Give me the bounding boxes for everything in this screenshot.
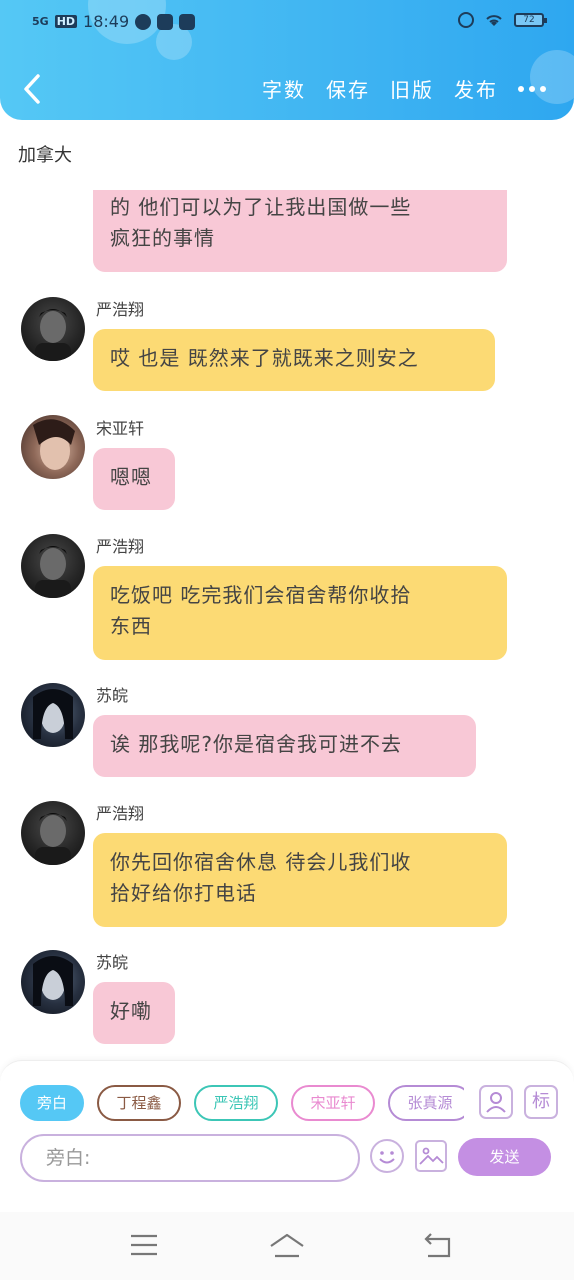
message-text-line: 东西 bbox=[110, 614, 152, 638]
add-character-icon[interactable] bbox=[479, 1085, 513, 1119]
message-bubble[interactable]: 你先回你宿舍休息 待会儿我们收 拾好给你打电话 bbox=[93, 833, 507, 927]
message-text-line: 好嘞 bbox=[110, 999, 152, 1023]
alarm-icon bbox=[458, 12, 474, 28]
message-notification-icon bbox=[179, 13, 196, 30]
sender-name: 严浩翔 bbox=[96, 804, 145, 823]
clock-time: 18:49 bbox=[83, 12, 130, 31]
sender-name: 严浩翔 bbox=[96, 300, 145, 319]
role-chip[interactable]: 张真源 bbox=[388, 1085, 464, 1121]
avatar[interactable] bbox=[21, 534, 85, 598]
app-notification-icon bbox=[157, 13, 174, 30]
message-text-line: 吃饭吧 吃完我们会宿舍帮你收拾 bbox=[110, 583, 412, 607]
role-chip[interactable]: 宋亚轩 bbox=[291, 1085, 375, 1121]
back-arrow-icon[interactable] bbox=[18, 72, 48, 106]
role-selector[interactable]: 旁白 丁程鑫 严浩翔 宋亚轩 张真源 bbox=[20, 1085, 464, 1123]
header-actions: 字数 保存 旧版 发布 bbox=[262, 74, 546, 103]
avatar[interactable] bbox=[21, 297, 85, 361]
message-text-line: 诶 那我呢?你是宿舍我可进不去 bbox=[110, 732, 402, 756]
home-icon[interactable] bbox=[268, 1232, 306, 1260]
message-text-line: 哎 也是 既然来了就既来之则安之 bbox=[110, 346, 419, 370]
avatar[interactable] bbox=[21, 801, 85, 865]
role-chip-narrator[interactable]: 旁白 bbox=[20, 1085, 84, 1121]
signal-indicator: 5G bbox=[32, 15, 49, 28]
sender-name: 苏皖 bbox=[96, 686, 129, 705]
sender-name: 宋亚轩 bbox=[96, 419, 145, 438]
hd-badge: HD bbox=[54, 15, 78, 28]
menu-icon[interactable] bbox=[129, 1232, 159, 1258]
chat-title: 加拿大 bbox=[18, 145, 72, 166]
battery-indicator: 72 bbox=[514, 13, 547, 27]
message-bubble[interactable]: 嗯嗯 bbox=[93, 448, 175, 510]
chat-area[interactable]: 的 他们可以为了让我出国做一些 疯狂的事情 严浩翔 哎 也是 既然来了就既来之则… bbox=[0, 190, 574, 1060]
tag-button[interactable]: 标 bbox=[524, 1085, 558, 1119]
wifi-icon bbox=[486, 15, 502, 26]
message-bubble[interactable]: 好嘞 bbox=[93, 982, 175, 1044]
sender-name: 严浩翔 bbox=[96, 537, 145, 556]
message-text-line: 你先回你宿舍休息 待会儿我们收 bbox=[110, 850, 412, 874]
more-options-icon[interactable] bbox=[518, 85, 546, 92]
message-input[interactable]: 旁白: bbox=[20, 1134, 360, 1182]
avatar[interactable] bbox=[21, 950, 85, 1014]
message-bubble[interactable]: 哎 也是 既然来了就既来之则安之 bbox=[93, 329, 495, 391]
publish-button[interactable]: 发布 bbox=[454, 74, 498, 103]
emoji-icon[interactable] bbox=[370, 1139, 404, 1173]
message-text-line: 嗯嗯 bbox=[110, 465, 152, 489]
app-notification-icon bbox=[135, 13, 152, 30]
message-bubble[interactable]: 诶 那我呢?你是宿舍我可进不去 bbox=[93, 715, 476, 777]
save-button[interactable]: 保存 bbox=[326, 74, 370, 103]
message-bubble[interactable]: 吃饭吧 吃完我们会宿舍帮你收拾 东西 bbox=[93, 566, 507, 660]
message-bubble[interactable]: 的 他们可以为了让我出国做一些 疯狂的事情 bbox=[93, 190, 507, 272]
role-chip[interactable]: 丁程鑫 bbox=[97, 1085, 181, 1121]
status-bar: 5G HD 18:49 72 bbox=[0, 0, 574, 44]
system-nav-bar bbox=[0, 1212, 574, 1280]
role-chip[interactable]: 严浩翔 bbox=[194, 1085, 278, 1121]
back-nav-icon[interactable] bbox=[423, 1232, 453, 1260]
composer-panel: 旁白 丁程鑫 严浩翔 宋亚轩 张真源 标 旁白: 发送 bbox=[0, 1060, 574, 1212]
avatar[interactable] bbox=[21, 683, 85, 747]
word-count-button[interactable]: 字数 bbox=[262, 74, 306, 103]
sender-name: 苏皖 bbox=[96, 953, 129, 972]
send-button[interactable]: 发送 bbox=[458, 1138, 551, 1176]
avatar[interactable] bbox=[21, 415, 85, 479]
top-header: 5G HD 18:49 72 字数 保存 旧版 发布 bbox=[0, 0, 574, 120]
message-text-line: 拾好给你打电话 bbox=[110, 881, 257, 905]
image-icon[interactable] bbox=[415, 1140, 447, 1172]
message-text-line: 的 他们可以为了让我出国做一些 bbox=[110, 195, 412, 219]
old-version-button[interactable]: 旧版 bbox=[390, 74, 434, 103]
message-text-line: 疯狂的事情 bbox=[110, 226, 215, 250]
